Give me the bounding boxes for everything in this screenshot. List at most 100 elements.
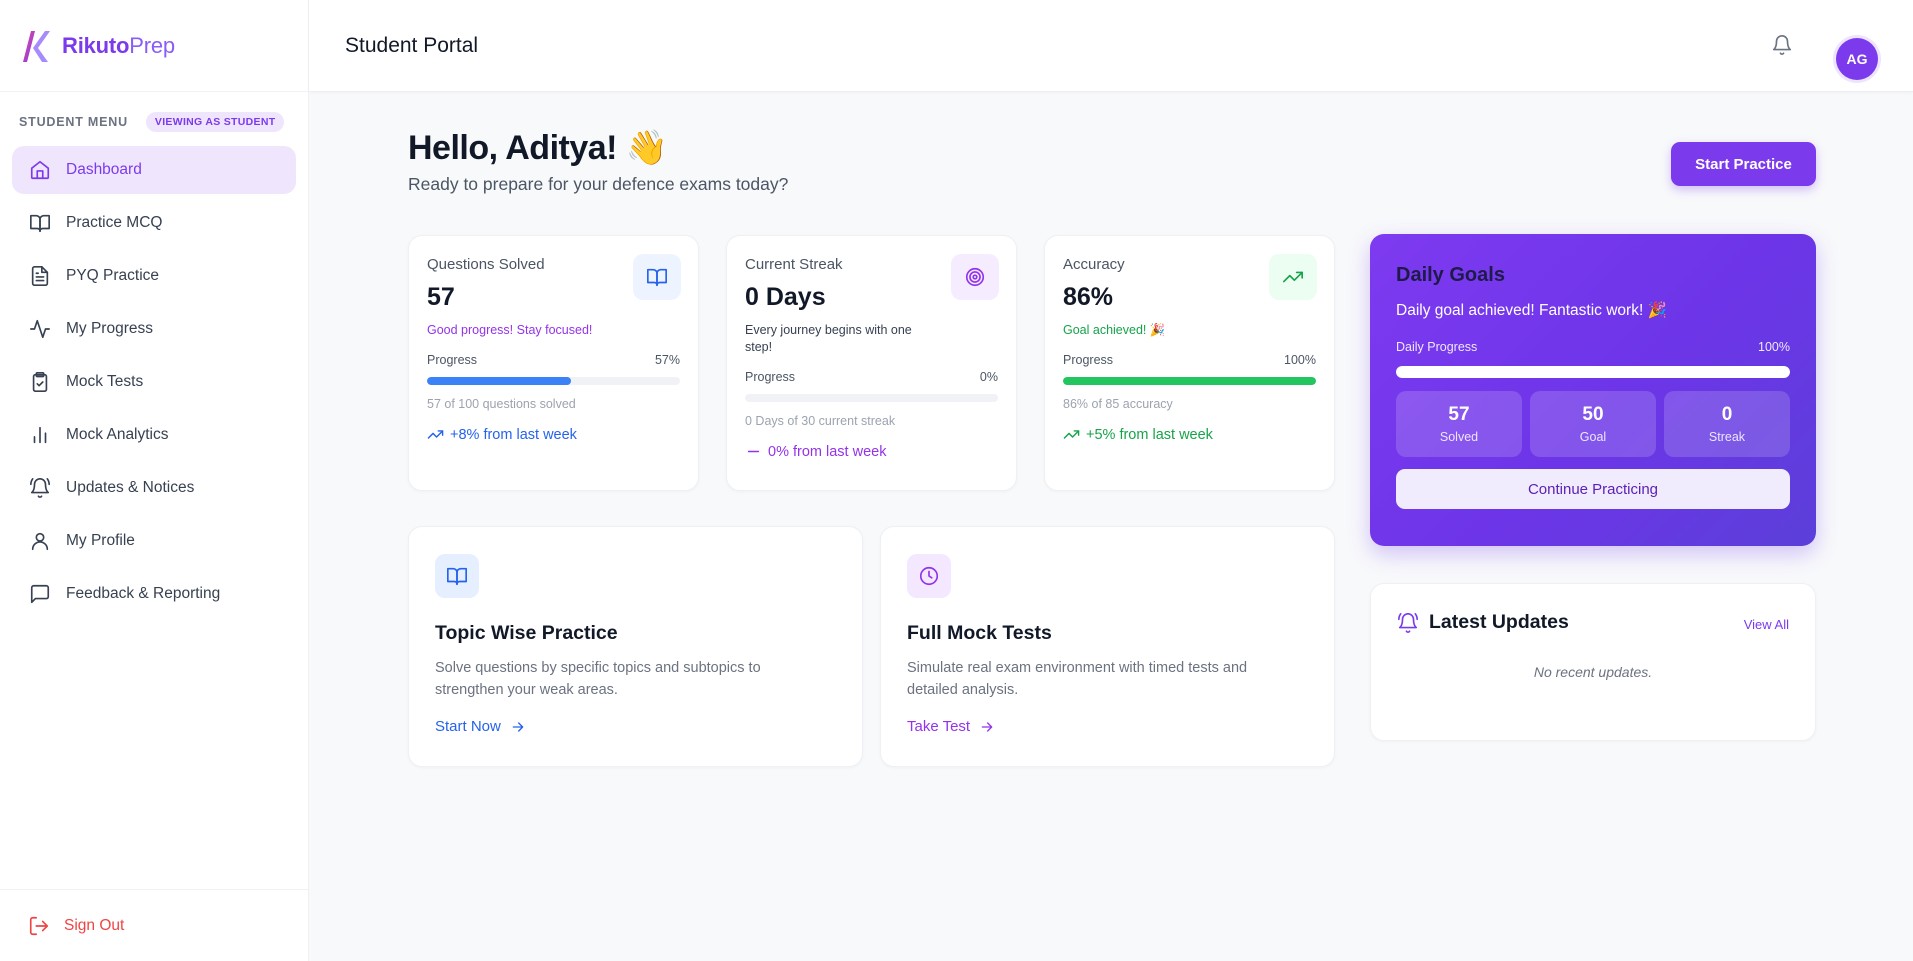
- stat-card-current-streak: Current Streak 0 Days Every journey begi…: [726, 235, 1017, 491]
- progress-row: Progress 100%: [1063, 353, 1316, 367]
- stat-message: Good progress! Stay focused!: [427, 323, 593, 337]
- progress-percent: 0%: [979, 370, 998, 384]
- stat-message: Every journey begins with one step!: [745, 323, 912, 354]
- updates-title: Latest Updates: [1429, 611, 1569, 633]
- trending-up-icon: [1269, 254, 1317, 300]
- progress-bar-fill: [427, 377, 572, 385]
- arrow-right-icon: [981, 721, 993, 732]
- sidebar-item-dashboard[interactable]: Dashboard: [12, 146, 296, 194]
- daily-goals-message: Daily goal achieved! Fantastic work! 🎉: [1396, 302, 1667, 319]
- sign-out-button[interactable]: Sign Out: [0, 889, 308, 961]
- rikuto-logo-icon: [23, 30, 50, 62]
- sidebar-item-pyq-practice[interactable]: PYQ Practice: [12, 252, 296, 300]
- target-icon: [951, 254, 999, 300]
- goal-stat: 50 Goal: [1530, 391, 1656, 457]
- no-updates-text: No recent updates.: [1533, 664, 1653, 680]
- menu-header: STUDENT MENU VIEWING AS STUDENT: [0, 92, 308, 146]
- book-open-icon: [29, 212, 51, 234]
- daily-progress-percent: 100%: [1758, 340, 1790, 354]
- bell-ring-icon: [29, 477, 51, 499]
- stat-number: 57: [1448, 404, 1470, 425]
- sidebar-item-my-progress[interactable]: My Progress: [12, 305, 296, 353]
- continue-practicing-button[interactable]: Continue Practicing: [1396, 469, 1790, 509]
- sidebar: RikutoPrep STUDENT MENU VIEWING AS STUDE…: [0, 0, 309, 961]
- link-label: Take Test: [907, 718, 971, 735]
- top-bar: Student Portal AG: [309, 0, 1913, 92]
- minus-icon: [747, 450, 760, 453]
- stat-trend: +8% from last week: [427, 426, 680, 443]
- file-text-icon: [29, 265, 51, 287]
- menu-label: STUDENT MENU: [19, 115, 128, 129]
- progress-row: Progress 0%: [745, 370, 998, 384]
- stat-label: Streak: [1708, 430, 1746, 444]
- daily-goals-card: Daily Goals Daily goal achieved! Fantast…: [1370, 234, 1816, 546]
- solved-stat: 57 Solved: [1396, 391, 1522, 457]
- topic-wise-practice-card[interactable]: Topic Wise Practice Solve questions by s…: [408, 526, 863, 767]
- daily-goals-stats: 57 Solved 50 Goal 0 Streak: [1396, 391, 1790, 457]
- user-icon: [29, 530, 51, 552]
- stat-subtext: 86% of 85 accuracy: [1063, 397, 1173, 411]
- feature-description: Simulate real exam environment with time…: [907, 660, 1248, 698]
- progress-bar: [427, 377, 680, 385]
- brand-name-bold: Rikuto: [62, 32, 130, 58]
- stat-message: Goal achieved! 🎉: [1063, 323, 1166, 337]
- bell-ring-icon: [1398, 612, 1418, 633]
- sidebar-item-label: PYQ Practice: [66, 267, 160, 284]
- trending-up-icon: [427, 430, 444, 439]
- progress-percent: 57%: [654, 353, 680, 367]
- sidebar-item-label: Mock Tests: [66, 373, 144, 390]
- sidebar-item-mock-tests[interactable]: Mock Tests: [12, 358, 296, 406]
- book-open-icon: [633, 254, 681, 300]
- brand-name-light: Prep: [129, 32, 175, 58]
- sidebar-item-mock-analytics[interactable]: Mock Analytics: [12, 411, 296, 459]
- updates-header: Latest Updates: [1397, 611, 1789, 634]
- viewing-badge: VIEWING AS STUDENT: [145, 112, 285, 132]
- progress-percent: 100%: [1284, 353, 1316, 367]
- trend-text: 0% from last week: [768, 443, 887, 460]
- trending-up-icon: [1063, 430, 1080, 439]
- progress-label: Progress: [745, 370, 796, 384]
- progress-label: Progress: [427, 353, 478, 367]
- take-test-link[interactable]: Take Test: [907, 718, 1308, 735]
- trend-text: +5% from last week: [1086, 426, 1213, 443]
- home-icon: [29, 159, 51, 181]
- progress-bar: [745, 394, 998, 402]
- book-open-icon: [435, 554, 479, 598]
- bar-chart-icon: [29, 424, 51, 446]
- stat-subtext: 57 of 100 questions solved: [427, 397, 576, 411]
- clipboard-check-icon: [29, 371, 51, 393]
- link-label: Start Now: [435, 718, 501, 735]
- log-out-icon: [29, 916, 49, 935]
- activity-icon: [29, 318, 51, 340]
- greeting-title: Hello, Aditya! 👋: [408, 129, 668, 167]
- daily-progress-row: Daily Progress 100%: [1396, 340, 1790, 354]
- daily-progress-bar: [1396, 366, 1790, 378]
- progress-bar: [1063, 377, 1316, 385]
- start-practice-button[interactable]: Start Practice: [1671, 142, 1816, 186]
- sidebar-item-my-profile[interactable]: My Profile: [12, 517, 296, 565]
- notifications-bell-icon[interactable]: [1771, 34, 1795, 58]
- stat-label: Goal: [1579, 430, 1607, 444]
- sidebar-nav: Dashboard Practice MCQ PYQ Practice My P…: [0, 146, 308, 618]
- sign-out-label: Sign Out: [64, 916, 125, 934]
- start-now-link[interactable]: Start Now: [435, 718, 836, 735]
- streak-stat: 0 Streak: [1664, 391, 1790, 457]
- sidebar-item-feedback-reporting[interactable]: Feedback & Reporting: [12, 570, 296, 618]
- stat-number: 50: [1582, 404, 1604, 425]
- sidebar-item-label: Dashboard: [66, 161, 142, 178]
- sidebar-item-label: Practice MCQ: [66, 214, 163, 231]
- sidebar-item-updates-notices[interactable]: Updates & Notices: [12, 464, 296, 512]
- stat-card-accuracy: Accuracy 86% Goal achieved! 🎉 Progress 1…: [1044, 235, 1335, 491]
- progress-bar-fill: [1063, 377, 1316, 385]
- sidebar-item-practice-mcq[interactable]: Practice MCQ: [12, 199, 296, 247]
- stat-number: 0: [1721, 404, 1733, 425]
- daily-progress-label: Daily Progress: [1396, 340, 1478, 354]
- daily-goals-title: Daily Goals: [1396, 264, 1505, 286]
- avatar[interactable]: AG: [1836, 38, 1878, 80]
- sidebar-item-label: Updates & Notices: [66, 479, 195, 496]
- brand[interactable]: RikutoPrep: [0, 0, 308, 92]
- daily-progress-bar-fill: [1396, 366, 1790, 378]
- view-all-link[interactable]: View All: [1744, 617, 1789, 632]
- progress-label: Progress: [1063, 353, 1114, 367]
- full-mock-tests-card[interactable]: Full Mock Tests Simulate real exam envir…: [880, 526, 1335, 767]
